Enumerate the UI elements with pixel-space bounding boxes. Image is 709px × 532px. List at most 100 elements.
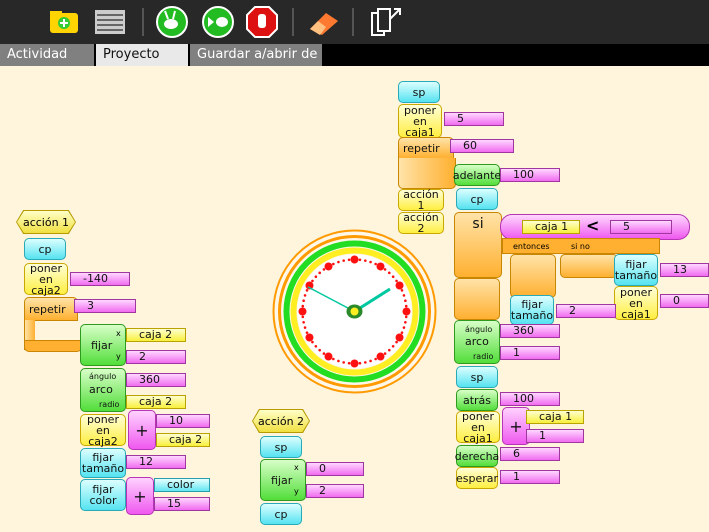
clock-drawing	[272, 229, 437, 394]
value-60[interactable]: 60	[450, 139, 514, 153]
activity-icon[interactable]	[44, 4, 84, 40]
clock-hour-dot	[350, 359, 359, 368]
value-caja1-sum[interactable]: caja 1	[526, 410, 584, 424]
run-step-icon[interactable]	[198, 4, 238, 40]
value-1-esperar[interactable]: 1	[500, 470, 560, 484]
tab-actividad[interactable]: Actividad	[0, 44, 94, 66]
label-si-no: si no	[571, 242, 590, 251]
label-radio-2: radio	[473, 352, 494, 361]
clock-minute-dot	[303, 326, 307, 329]
value-caja2-radio[interactable]: caja 2	[126, 395, 186, 409]
clock-minute-dot	[404, 315, 408, 319]
clock-minute-dot	[342, 361, 345, 364]
poner-en-caja1-block[interactable]: poner en caja1	[398, 104, 442, 138]
clock-minute-dot	[404, 304, 408, 308]
run-fast-icon[interactable]	[152, 4, 192, 40]
value-15[interactable]: 15	[154, 497, 210, 511]
value-0[interactable]: 0	[660, 294, 709, 308]
value-caja1[interactable]: caja 1	[522, 220, 580, 234]
accion1-hat[interactable]: acción 1	[17, 211, 75, 233]
label-arco-2: arco	[465, 335, 489, 348]
value-100[interactable]: 100	[500, 168, 560, 182]
value-2-tamano[interactable]: 2	[556, 304, 616, 318]
arco-block-2[interactable]: ángulo arco radio	[454, 320, 500, 364]
value-color[interactable]: color	[154, 478, 210, 492]
value-12[interactable]: 12	[126, 455, 186, 469]
fijar-tamano-block-3[interactable]: fijar tamaño	[510, 295, 554, 325]
cp-block-2[interactable]: cp	[260, 503, 302, 525]
value-caja2-sum[interactable]: caja 2	[156, 433, 210, 447]
poner-en-caja1-block-2[interactable]: poner en caja1	[614, 286, 658, 320]
value-5[interactable]: 5	[444, 112, 504, 126]
less-than-symbol: <	[586, 216, 600, 235]
poner-en-caja2-block-2[interactable]: poner en caja2	[80, 414, 126, 447]
clock-minute-dot	[395, 340, 398, 344]
clock-minute-dot	[337, 260, 340, 264]
fijar-xy-block-2[interactable]: fijar	[260, 459, 306, 501]
value-0-x[interactable]: 0	[306, 462, 364, 476]
value-100-atras[interactable]: 100	[500, 392, 560, 406]
value-13[interactable]: 13	[660, 263, 709, 277]
value-3[interactable]: 3	[74, 299, 136, 313]
value-caja2-x[interactable]: caja 2	[126, 328, 186, 342]
tab-guardar-abrir[interactable]: Guardar a/abrir de	[190, 44, 322, 66]
tab-proyecto[interactable]: Proyecto	[96, 44, 188, 66]
clock-minute-dot	[332, 357, 335, 361]
repetir-block[interactable]: repetir	[24, 297, 78, 321]
accion2-block[interactable]: acción 2	[398, 212, 444, 234]
clock-minute-dot	[322, 268, 326, 271]
clock-minute-dot	[337, 359, 340, 363]
clock-minute-dot	[311, 279, 314, 283]
clock-minute-dot	[404, 321, 407, 324]
si-block[interactable]: si	[454, 212, 502, 278]
derecha-block[interactable]: derecha	[455, 445, 499, 467]
clock-minute-dot	[318, 271, 322, 275]
accion2-hat[interactable]: acción 2	[253, 410, 309, 432]
fijar-color-block[interactable]: fijar color	[80, 479, 126, 511]
block-canvas[interactable]: acción 1 cp poner en caja2 -140 repetir …	[0, 66, 709, 532]
sp-block[interactable]: sp	[260, 436, 302, 458]
label-angulo-2: ángulo	[465, 325, 493, 334]
repetir-arm-2	[398, 158, 456, 189]
eraser-icon[interactable]	[304, 4, 344, 40]
clock-minute-dot	[387, 348, 391, 352]
value-360[interactable]: 360	[126, 373, 186, 387]
share-icon[interactable]	[366, 4, 406, 40]
clock-minute-dot	[302, 321, 305, 324]
plus-block[interactable]: +	[128, 410, 156, 450]
toolbar	[0, 0, 709, 44]
esperar-block[interactable]: esperar	[456, 467, 498, 489]
value-2-y[interactable]: 2	[126, 350, 186, 364]
clock-minute-dot	[302, 299, 305, 302]
poner-en-caja2-block[interactable]: poner en caja2	[24, 263, 68, 296]
arco-block[interactable]: ángulo arco radio	[80, 368, 126, 412]
accion1-block[interactable]: acción 1	[398, 189, 444, 211]
clock-hour-dot	[376, 352, 385, 361]
fijar-tamano-block-2[interactable]: fijar tamaño	[614, 254, 658, 286]
value-1-radio[interactable]: 1	[500, 346, 560, 360]
repetir-block-2[interactable]: repetir	[398, 137, 454, 159]
clock-minute-dot	[305, 331, 309, 334]
projects-list-icon[interactable]	[90, 4, 130, 40]
value-neg140[interactable]: -140	[70, 272, 130, 286]
clock-hour-dot	[395, 333, 404, 342]
cp-block-3[interactable]: cp	[456, 188, 498, 210]
sp-block-2[interactable]: sp	[398, 81, 440, 103]
sp-block-3[interactable]: sp	[456, 366, 498, 388]
plus-block-2[interactable]: +	[126, 477, 154, 515]
fijar-tamano-block[interactable]: fijar tamaño	[80, 448, 126, 478]
value-360-2[interactable]: 360	[500, 324, 560, 338]
value-5-cmp[interactable]: 5	[610, 220, 672, 234]
clock-hour-dot	[298, 307, 307, 316]
value-6[interactable]: 6	[500, 447, 560, 461]
poner-en-caja1-block-3[interactable]: poner en caja1	[456, 411, 500, 444]
adelante-block[interactable]: adelante	[453, 164, 501, 186]
cp-block[interactable]: cp	[24, 238, 66, 260]
value-10[interactable]: 10	[156, 414, 210, 428]
clock-hour-dot	[324, 262, 333, 271]
atras-block[interactable]: atrás	[456, 389, 498, 411]
stop-icon[interactable]	[242, 4, 282, 40]
value-1-sum[interactable]: 1	[526, 429, 584, 443]
value-2-y-2[interactable]: 2	[306, 484, 364, 498]
clock-minute-dot	[347, 258, 351, 262]
